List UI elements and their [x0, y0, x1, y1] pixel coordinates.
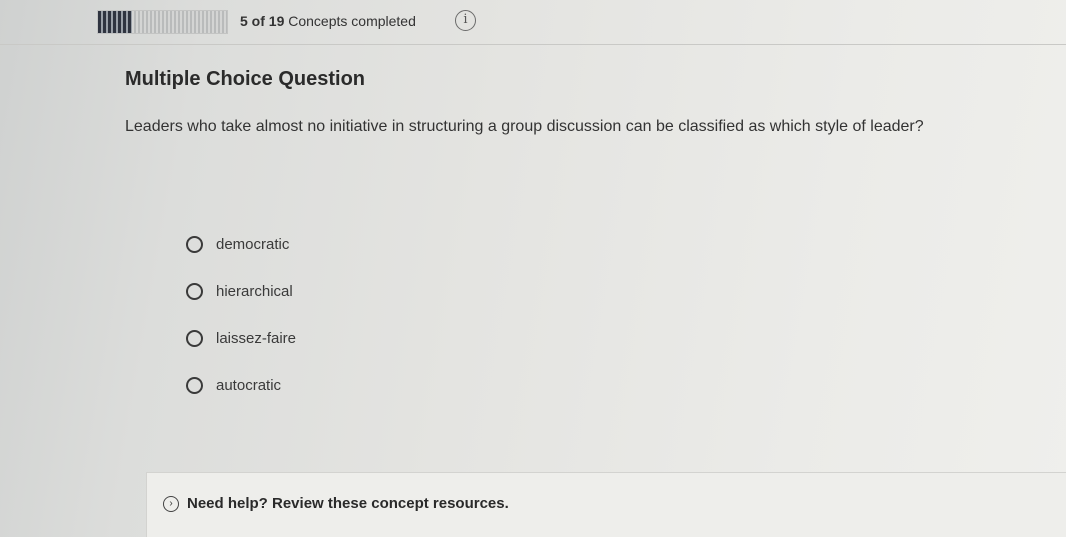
answer-option-label: hierarchical [216, 282, 293, 300]
answer-option-label: democratic [216, 235, 290, 253]
answer-option-laissez-faire[interactable]: laissez-faire [186, 327, 296, 349]
concept-progress-fill [98, 11, 132, 33]
answer-option-label: laissez-faire [216, 329, 297, 347]
radio-button[interactable] [186, 235, 203, 253]
progress-suffix: Concepts completed [288, 13, 416, 29]
radio-button[interactable] [186, 282, 203, 300]
concept-progress-bar [97, 10, 228, 34]
question-type-title: Multiple Choice Question [125, 68, 366, 90]
chevron-right-icon[interactable]: › [163, 496, 179, 512]
info-icon[interactable]: i [455, 10, 476, 31]
answer-option-democratic[interactable]: democratic [186, 233, 296, 255]
progress-count: 5 of 19 [240, 13, 285, 29]
answer-option-hierarchical[interactable]: hierarchical [186, 280, 296, 302]
help-resources-link[interactable]: Need help? Review these concept resource… [187, 495, 509, 512]
radio-button[interactable] [186, 329, 203, 347]
answer-option-autocratic[interactable]: autocratic [186, 374, 296, 396]
question-prompt: Leaders who take almost no initiative in… [125, 118, 924, 135]
progress-status: 5 of 19 Concepts completed [240, 13, 416, 29]
radio-button[interactable] [186, 376, 203, 394]
answer-option-label: autocratic [216, 376, 282, 394]
answer-options: democratic hierarchical laissez-faire au… [186, 233, 296, 421]
help-resources-panel: › Need help? Review these concept resour… [146, 472, 1066, 537]
top-bar: 5 of 19 Concepts completed i [0, 0, 1066, 45]
